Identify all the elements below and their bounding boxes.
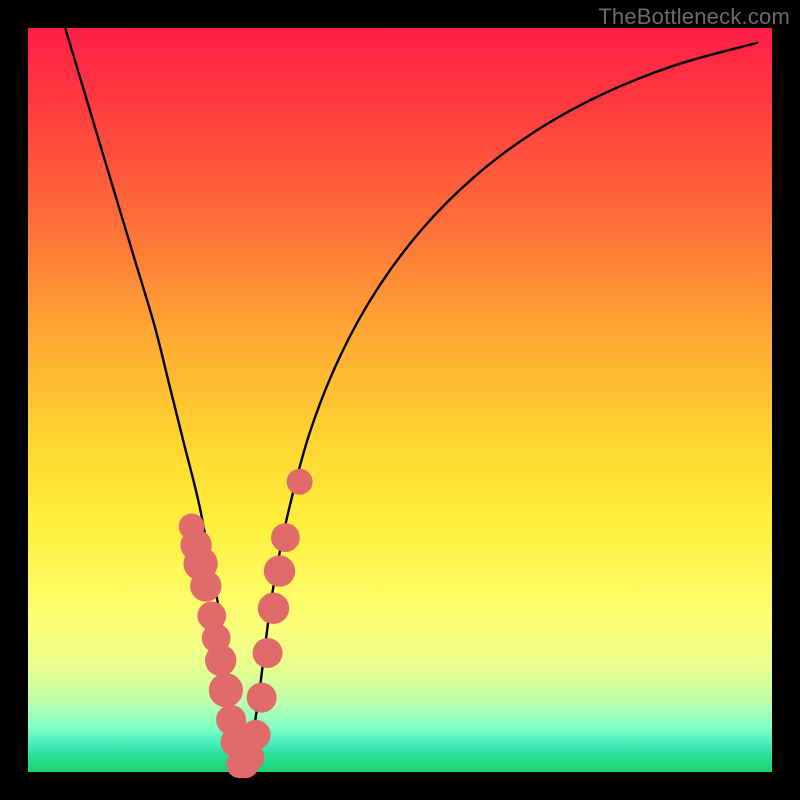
- curve-marker: [287, 469, 313, 495]
- curve-marker: [264, 555, 295, 586]
- curve-marker: [247, 683, 277, 713]
- curve-markers: [179, 469, 313, 779]
- curve-marker: [241, 720, 271, 750]
- curve-marker: [253, 638, 283, 668]
- chart-frame: [28, 28, 772, 772]
- curve-marker: [271, 523, 300, 552]
- curve-marker: [205, 645, 236, 676]
- bottleneck-curve: [65, 28, 757, 768]
- watermark-text: TheBottleneck.com: [598, 4, 790, 30]
- curve-marker: [209, 673, 243, 707]
- chart-svg: [28, 28, 772, 772]
- curve-marker: [190, 570, 221, 601]
- curve-marker: [258, 593, 289, 624]
